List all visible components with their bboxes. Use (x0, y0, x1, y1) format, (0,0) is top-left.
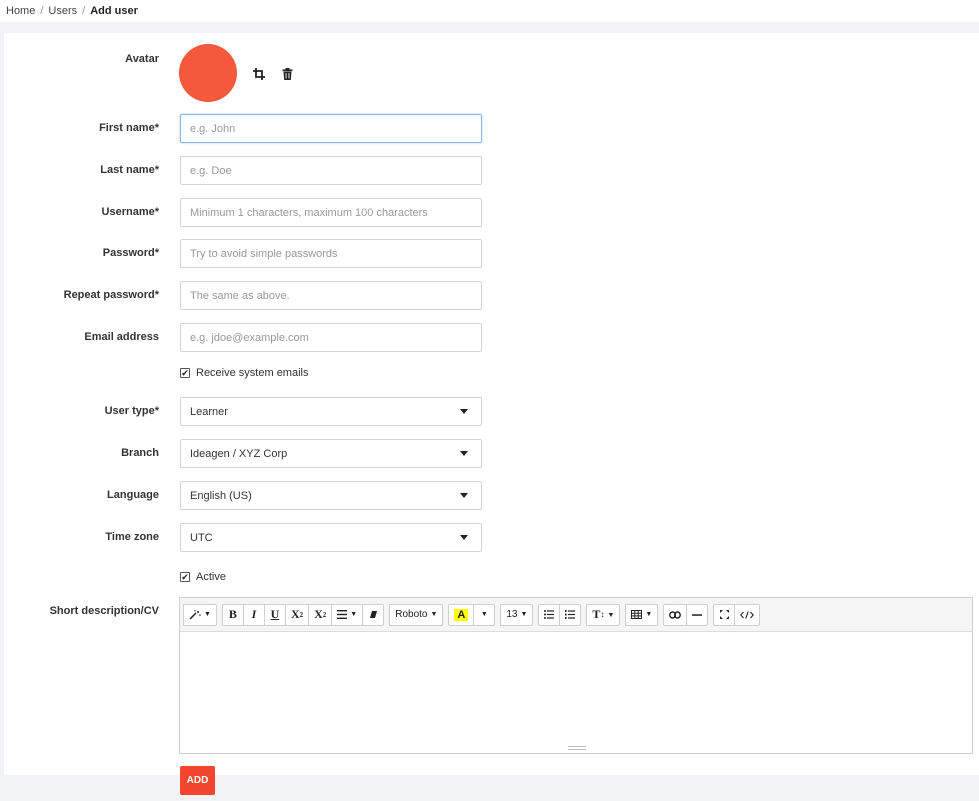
caret-down-icon (460, 451, 468, 456)
caret-down-icon: ▼ (607, 610, 615, 619)
italic-button[interactable]: I (242, 603, 265, 626)
rich-text-editor: ▼ B I U X2 X2 ▼ Roboto ▼ A ▼ 13 ▼ T ↕ ▼ … (179, 597, 973, 754)
avatar-label: Avatar (125, 53, 159, 65)
first-name-input[interactable] (180, 114, 482, 143)
caret-down-icon: ▼ (204, 611, 211, 618)
repeat-password-input[interactable] (180, 281, 482, 310)
highlight-color-button[interactable]: A (448, 603, 475, 626)
table-button[interactable]: ▼ (625, 603, 659, 626)
breadcrumb-home[interactable]: Home (6, 5, 35, 17)
branch-value: Ideagen / XYZ Corp (190, 447, 288, 460)
font-size-value: 13 (506, 609, 518, 620)
breadcrumb-separator: / (82, 5, 86, 17)
caret-down-icon: ▼ (480, 611, 488, 618)
last-name-label: Last name* (100, 164, 159, 176)
eraser-icon[interactable] (362, 603, 385, 626)
language-label: Language (107, 489, 159, 501)
breadcrumb-separator: / (40, 5, 44, 17)
time-zone-value: UTC (190, 531, 213, 544)
trash-icon[interactable] (280, 67, 294, 81)
code-view-icon[interactable] (734, 603, 761, 626)
superscript-button[interactable]: X2 (284, 603, 310, 626)
subscript-button[interactable]: X2 (308, 603, 333, 626)
avatar[interactable] (179, 44, 237, 102)
last-name-input[interactable] (180, 156, 482, 185)
bold-button[interactable]: B (221, 603, 244, 626)
font-family-value: Roboto (395, 609, 428, 620)
bullet-list-icon[interactable] (538, 603, 561, 626)
password-input[interactable] (180, 239, 482, 268)
active-label: Active (196, 571, 226, 583)
crop-icon[interactable] (252, 67, 266, 81)
fullscreen-icon[interactable] (713, 603, 736, 626)
language-select[interactable]: English (US) (180, 481, 482, 510)
horizontal-rule-icon[interactable] (686, 603, 709, 626)
breadcrumb-users[interactable]: Users (48, 5, 77, 17)
receive-emails-label: Receive system emails (196, 367, 309, 379)
active-checkbox[interactable]: ✔ Active (180, 571, 226, 583)
caret-down-icon: ▼ (430, 611, 438, 618)
align-icon (337, 610, 348, 619)
font-family-dropdown[interactable]: Roboto ▼ (389, 603, 444, 626)
text-style-dropdown[interactable]: T ↕ ▼ (586, 603, 621, 626)
user-type-select[interactable]: Learner (180, 397, 482, 426)
time-zone-select[interactable]: UTC (180, 523, 482, 552)
breadcrumb-current: Add user (90, 5, 138, 17)
caret-down-icon: ▼ (645, 611, 653, 618)
receive-emails-checkbox[interactable]: ✔ Receive system emails (180, 367, 308, 379)
underline-button[interactable]: U (263, 603, 286, 626)
editor-toolbar: ▼ B I U X2 X2 ▼ Roboto ▼ A ▼ 13 ▼ T ↕ ▼ … (180, 598, 972, 632)
first-name-label: First name* (99, 122, 159, 134)
table-icon (631, 610, 643, 619)
caret-down-icon: ▼ (350, 611, 358, 618)
caret-down-icon: ▼ (520, 611, 528, 618)
highlight-color-dropdown[interactable]: ▼ (473, 603, 496, 626)
short-description-label: Short description/CV (49, 605, 159, 617)
subscript-label: X (314, 607, 323, 621)
numbered-list-icon[interactable] (559, 603, 582, 626)
editor-content-area[interactable] (180, 632, 972, 744)
caret-down-icon (460, 535, 468, 540)
superscript-label: X (290, 607, 300, 621)
username-label: Username* (101, 206, 159, 218)
password-label: Password* (102, 247, 159, 259)
repeat-password-label: Repeat password* (63, 289, 159, 301)
add-user-form: Avatar First name* Last name* Username* … (4, 33, 979, 795)
add-button[interactable]: ADD (180, 766, 215, 795)
email-input[interactable] (180, 323, 482, 352)
caret-down-icon (460, 409, 468, 414)
link-icon[interactable] (663, 603, 688, 626)
font-size-dropdown[interactable]: 13 ▼ (500, 603, 534, 626)
text-style-label: T (592, 607, 601, 621)
user-type-value: Learner (190, 405, 228, 418)
language-value: English (US) (190, 489, 252, 502)
checkbox-checked-icon[interactable]: ✔ (180, 368, 190, 378)
username-input[interactable] (180, 198, 482, 227)
branch-select[interactable]: Ideagen / XYZ Corp (180, 439, 482, 468)
time-zone-label: Time zone (105, 531, 159, 543)
email-label: Email address (84, 331, 159, 343)
breadcrumb: Home / Users / Add user (0, 0, 979, 22)
user-type-label: User type* (104, 405, 159, 417)
caret-down-icon (460, 493, 468, 498)
magic-wand-icon[interactable]: ▼ (183, 603, 217, 626)
highlight-label: A (454, 608, 469, 621)
branch-label: Branch (121, 447, 159, 459)
align-button[interactable]: ▼ (331, 603, 364, 626)
line-height-icon: ↕ (600, 610, 605, 619)
resize-handle-icon[interactable] (568, 746, 586, 750)
checkbox-checked-icon[interactable]: ✔ (180, 572, 190, 582)
